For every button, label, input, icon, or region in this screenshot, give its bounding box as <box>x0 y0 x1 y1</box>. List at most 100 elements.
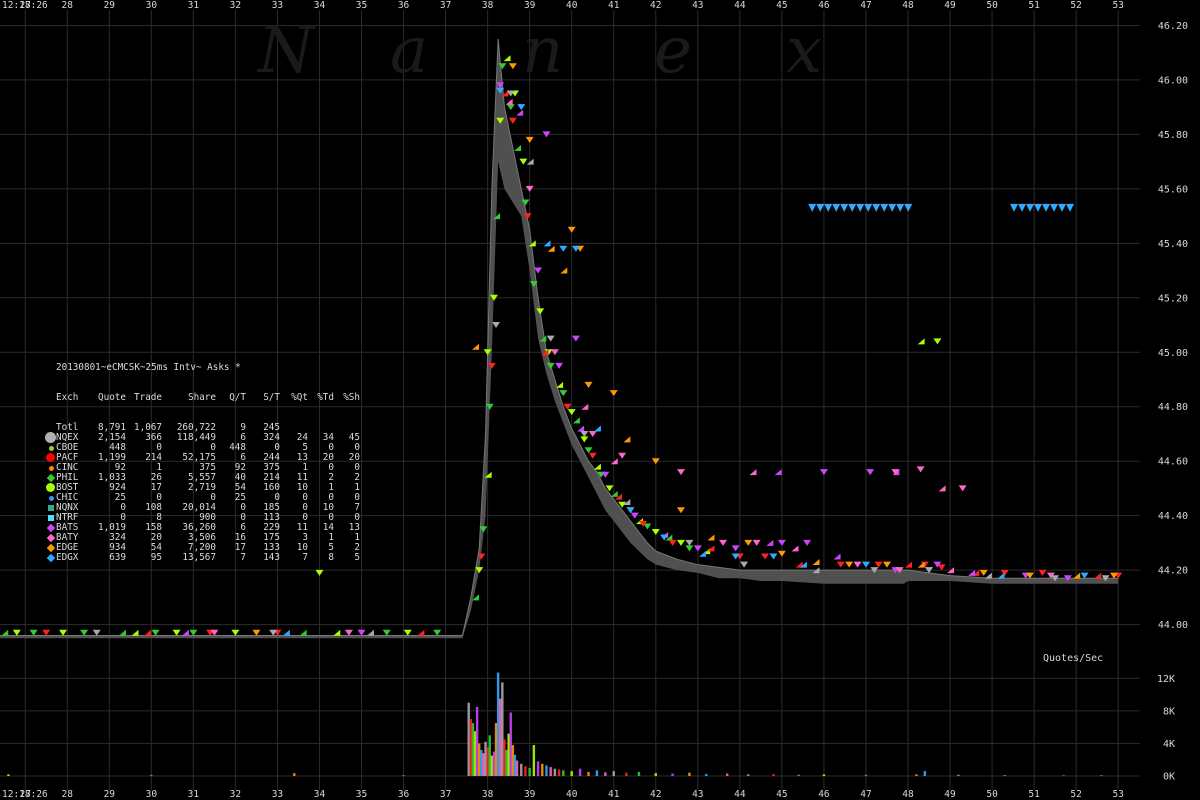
quote-marker <box>845 561 854 568</box>
x-tick-label-bottom: 51 <box>1028 789 1040 800</box>
x-tick-label-top: 53 <box>1112 0 1123 11</box>
stats-cell-share: 118,449 <box>176 432 216 443</box>
quote-marker <box>740 561 749 568</box>
quotes-per-sec-bar <box>705 773 708 776</box>
x-tick-label-bottom: 47 <box>860 789 871 800</box>
quotes-per-sec-bars <box>7 672 1103 776</box>
stats-cell-trade: 95 <box>150 552 162 563</box>
x-tick-label-bottom: 33 <box>272 789 283 800</box>
quotes-per-sec-bar <box>490 755 494 776</box>
quote-marker <box>29 629 38 636</box>
quote-marker <box>572 417 580 424</box>
x-tick-label-bottom: 41 <box>608 789 620 800</box>
quote-marker <box>506 104 515 111</box>
x-tick-label-bottom: 30 <box>146 789 158 800</box>
quote-marker <box>803 539 812 546</box>
stats-header: Exch Quote Trade Share Q/T S/T %Qt %Td %Sh <box>56 393 360 403</box>
quotes-per-sec-bar <box>587 771 590 776</box>
x-tick-label-bottom: 31 <box>188 789 200 800</box>
quote-marker <box>151 629 160 636</box>
quotes-per-sec-bar <box>509 712 512 776</box>
quote-marker <box>503 55 511 62</box>
x-tick-label-top: 46 <box>818 0 830 11</box>
quote-marker <box>707 534 715 541</box>
quotes-per-sec-bar <box>557 769 561 776</box>
time-start-top: 12:18:26 <box>2 0 48 11</box>
stats-col-header: Trade <box>134 392 162 403</box>
vol-tick-label: 0K <box>1163 772 1175 783</box>
x-tick-label-bottom: 36 <box>398 789 410 800</box>
quotes-per-sec-bar <box>482 753 485 776</box>
exchange-marker-icon <box>49 496 54 501</box>
quotes-per-sec-bar <box>553 768 557 776</box>
quote-marker <box>131 629 139 636</box>
x-tick-label-bottom: 37 <box>440 789 451 800</box>
x-tick-label-bottom: 45 <box>776 789 787 800</box>
x-tick-label-bottom: 29 <box>104 789 116 800</box>
quote-marker <box>547 245 555 252</box>
quote-marker <box>1 629 9 636</box>
quotes-per-sec-bar <box>469 719 473 776</box>
x-tick-label-top: 40 <box>566 0 578 11</box>
quote-marker <box>968 569 976 576</box>
quote-marker <box>677 539 685 546</box>
quote-marker <box>492 322 501 329</box>
stats-col-header: %Td <box>317 392 334 403</box>
quote-marker <box>1080 572 1089 579</box>
exchange-marker-icon <box>46 453 55 462</box>
quote-marker <box>623 436 631 443</box>
quotes-per-sec-bar <box>545 765 548 776</box>
x-tick-label-bottom: 52 <box>1070 789 1081 800</box>
quotes-per-sec-title: Quotes/Sec <box>1043 653 1103 664</box>
quote-marker <box>626 507 635 514</box>
x-tick-label-bottom: 53 <box>1112 789 1123 800</box>
x-tick-label-top: 29 <box>104 0 116 11</box>
stats-col-header: %Sh <box>343 392 360 403</box>
quote-marker <box>118 629 126 636</box>
y-tick-label: 45.00 <box>1158 348 1188 359</box>
y-tick-label: 45.20 <box>1158 293 1188 304</box>
quotes-per-sec-bar <box>570 771 573 776</box>
quote-marker <box>559 390 568 397</box>
quote-marker <box>766 539 774 546</box>
quote-marker <box>403 629 412 636</box>
quotes-per-sec-bar <box>478 743 481 776</box>
stats-col-header: Quote <box>98 392 126 403</box>
quotes-per-sec-bar <box>7 774 10 776</box>
y-tick-label: 44.40 <box>1158 511 1188 522</box>
watermark-letter: N <box>256 14 316 88</box>
quote-marker <box>42 629 51 636</box>
quote-marker <box>777 539 786 546</box>
x-tick-label-bottom: 32 <box>230 789 241 800</box>
quote-marker <box>861 561 870 568</box>
quote-marker <box>853 561 862 568</box>
y-tick-label: 46.00 <box>1158 75 1188 86</box>
quote-marker <box>699 550 707 557</box>
quotes-per-sec-bar <box>688 772 691 776</box>
quote-marker <box>777 550 786 557</box>
stats-cell-qt: 7 <box>240 552 246 563</box>
y-tick-label: 44.20 <box>1158 566 1188 577</box>
quote-marker <box>525 136 534 143</box>
quote-marker <box>761 553 770 560</box>
quote-marker <box>1038 569 1047 576</box>
stats-col-header: %Qt <box>291 392 308 403</box>
quote-marker <box>588 430 597 437</box>
vol-tick-label: 12K <box>1157 674 1175 685</box>
quote-marker <box>812 558 820 565</box>
quotes-per-sec-bar <box>1003 775 1006 776</box>
x-tick-label-top: 31 <box>188 0 200 11</box>
quote-marker <box>917 561 925 568</box>
x-tick-label-top: 51 <box>1028 0 1040 11</box>
stats-row: NQEX 2,154 366 118,449 6 324 24 34 45 <box>45 432 360 443</box>
x-tick-label-bottom: 35 <box>356 789 367 800</box>
x-tick-label-top: 32 <box>230 0 241 11</box>
x-tick-label-top: 43 <box>692 0 703 11</box>
quotes-per-sec-bar <box>511 745 515 776</box>
quotes-per-sec-bar <box>637 771 641 776</box>
x-tick-label-bottom: 39 <box>524 789 536 800</box>
quote-marker <box>12 629 21 636</box>
quotes-per-sec-bar <box>532 745 536 776</box>
quote-marker <box>584 381 593 388</box>
x-tick-label-bottom: 50 <box>986 789 998 800</box>
